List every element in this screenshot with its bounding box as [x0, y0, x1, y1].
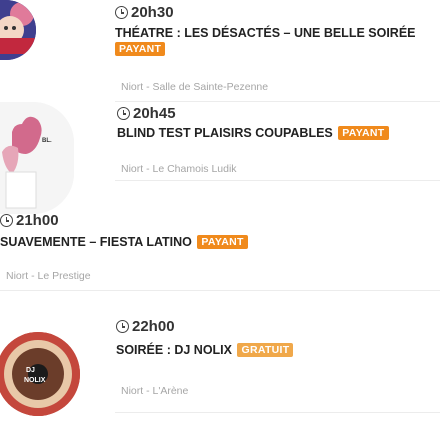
- event-4-price-badge: GRATUIT: [237, 343, 294, 357]
- event-3-title-text: SUAVEMENTE – FIESTA LATINO: [0, 235, 192, 249]
- clock-icon: [115, 6, 128, 19]
- event-2-time-text: 20h45: [133, 105, 176, 122]
- event-2-price-badge: PAYANT: [338, 126, 389, 140]
- event-1-title[interactable]: THÉATRE : LES DÉSACTÉS – UNE BELLE SOIRÉ…: [115, 26, 416, 40]
- event-4-time: 22h00: [116, 318, 175, 335]
- event-4-thumbnail[interactable]: DJ NOLIX: [0, 332, 80, 416]
- event-2-divider: [115, 180, 440, 181]
- event-2-time: 20h45: [117, 105, 176, 122]
- event-2-thumbnail[interactable]: BL.: [0, 102, 74, 214]
- event-2-location[interactable]: Niort - Le Chamois Ludik: [121, 163, 237, 175]
- event-2-title-text: BLIND TEST PLAISIRS COUPABLES: [117, 126, 333, 140]
- event-1-price-badge: PAYANT: [115, 42, 166, 56]
- event-card-4[interactable]: DJ NOLIX 22h00 SOIRÉE : DJ NOLIX GRATUIT…: [0, 314, 440, 440]
- event-1-time: 20h30: [115, 4, 174, 21]
- event-2-title[interactable]: BLIND TEST PLAISIRS COUPABLES PAYANT: [117, 126, 389, 140]
- blind-test-poster-image: BL.: [0, 102, 74, 214]
- event-3-time: 21h00: [0, 212, 59, 229]
- svg-text:BL.: BL.: [42, 138, 52, 144]
- event-1-location[interactable]: Niort - Salle de Sainte-Pezenne: [121, 81, 268, 93]
- event-1-thumbnail[interactable]: [0, 0, 36, 60]
- theatre-poster-image: [0, 0, 36, 60]
- clock-icon: [0, 214, 13, 227]
- event-card-2[interactable]: BL. 20h45 BLIND TEST PLAISIRS COUPABLES …: [0, 102, 440, 214]
- svg-text:NOLIX: NOLIX: [24, 377, 46, 384]
- event-3-time-text: 21h00: [16, 212, 59, 229]
- event-card-1[interactable]: 20h30 THÉATRE : LES DÉSACTÉS – UNE BELLE…: [0, 0, 440, 100]
- clock-icon: [116, 320, 129, 333]
- clock-icon: [117, 107, 130, 120]
- event-3-title[interactable]: SUAVEMENTE – FIESTA LATINO PAYANT: [0, 235, 248, 249]
- event-4-time-text: 22h00: [132, 318, 175, 335]
- dj-nolix-poster-image: DJ NOLIX: [0, 332, 80, 416]
- event-4-location[interactable]: Niort - L'Arène: [121, 385, 188, 397]
- event-3-price-badge: PAYANT: [197, 235, 248, 249]
- event-4-title[interactable]: SOIRÉE : DJ NOLIX GRATUIT: [116, 343, 294, 357]
- event-3-divider: [0, 290, 440, 291]
- event-3-location[interactable]: Niort - Le Prestige: [6, 270, 91, 282]
- event-4-divider: [115, 412, 440, 413]
- event-1-time-text: 20h30: [131, 4, 174, 21]
- svg-text:DJ: DJ: [26, 367, 35, 374]
- event-4-title-text: SOIRÉE : DJ NOLIX: [116, 343, 232, 357]
